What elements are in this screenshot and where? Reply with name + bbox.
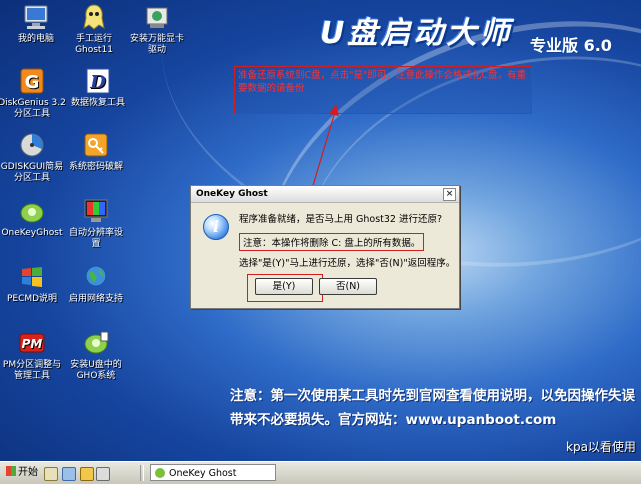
info-icon: i bbox=[203, 214, 229, 240]
dialog-titlebar[interactable]: OneKey Ghost × bbox=[191, 186, 459, 203]
yes-button[interactable]: 是(Y) bbox=[255, 278, 313, 295]
taskbar: 开始 OneKey Ghost bbox=[0, 461, 641, 484]
quicklaunch-folder-icon[interactable] bbox=[80, 467, 94, 481]
close-icon[interactable]: × bbox=[443, 188, 456, 201]
quicklaunch-explorer-icon[interactable] bbox=[44, 467, 58, 481]
dialog-warning: 注意：本操作将删除 C: 盘上的所有数据。 bbox=[239, 233, 425, 251]
onekey-ghost-dialog: OneKey Ghost × i 程序准备就绪，是否马上用 Ghost32 进行… bbox=[190, 185, 460, 309]
quicklaunch-computer-icon[interactable] bbox=[62, 467, 76, 481]
start-label: 开始 bbox=[18, 467, 38, 478]
no-button[interactable]: 否(N) bbox=[319, 278, 377, 295]
windows-flag-icon bbox=[6, 466, 16, 476]
watermark-text: kpa以看使用 bbox=[566, 440, 636, 454]
quicklaunch-desktop-icon[interactable] bbox=[96, 467, 110, 481]
onekeyghost-task-icon bbox=[155, 468, 165, 478]
taskbar-onekey-ghost[interactable]: OneKey Ghost bbox=[150, 464, 276, 481]
task-label: OneKey Ghost bbox=[169, 468, 237, 479]
dialog-message: 程序准备就绪，是否马上用 Ghost32 进行还原? bbox=[239, 214, 443, 225]
dialog-title: OneKey Ghost bbox=[196, 189, 268, 199]
taskbar-separator bbox=[140, 465, 144, 481]
desktop: U盘启动大师 专业版 6.0 我的电脑 手工运行 Ghost11 安装万能显卡 … bbox=[0, 0, 641, 461]
notice-line-1: 注意：第一次使用某工具时先到官网查看使用说明，以免因操作失误 bbox=[230, 388, 635, 404]
usage-notice: 注意：第一次使用某工具时先到官网查看使用说明，以免因操作失误 带来不必要损失。官… bbox=[230, 384, 635, 432]
start-button[interactable]: 开始 bbox=[2, 464, 44, 482]
notice-line-2: 带来不必要损失。官方网站：www.upanboot.com bbox=[230, 412, 557, 428]
dialog-instruction: 选择"是(Y)"马上进行还原，选择"否(N)"返回程序。 bbox=[239, 258, 456, 269]
